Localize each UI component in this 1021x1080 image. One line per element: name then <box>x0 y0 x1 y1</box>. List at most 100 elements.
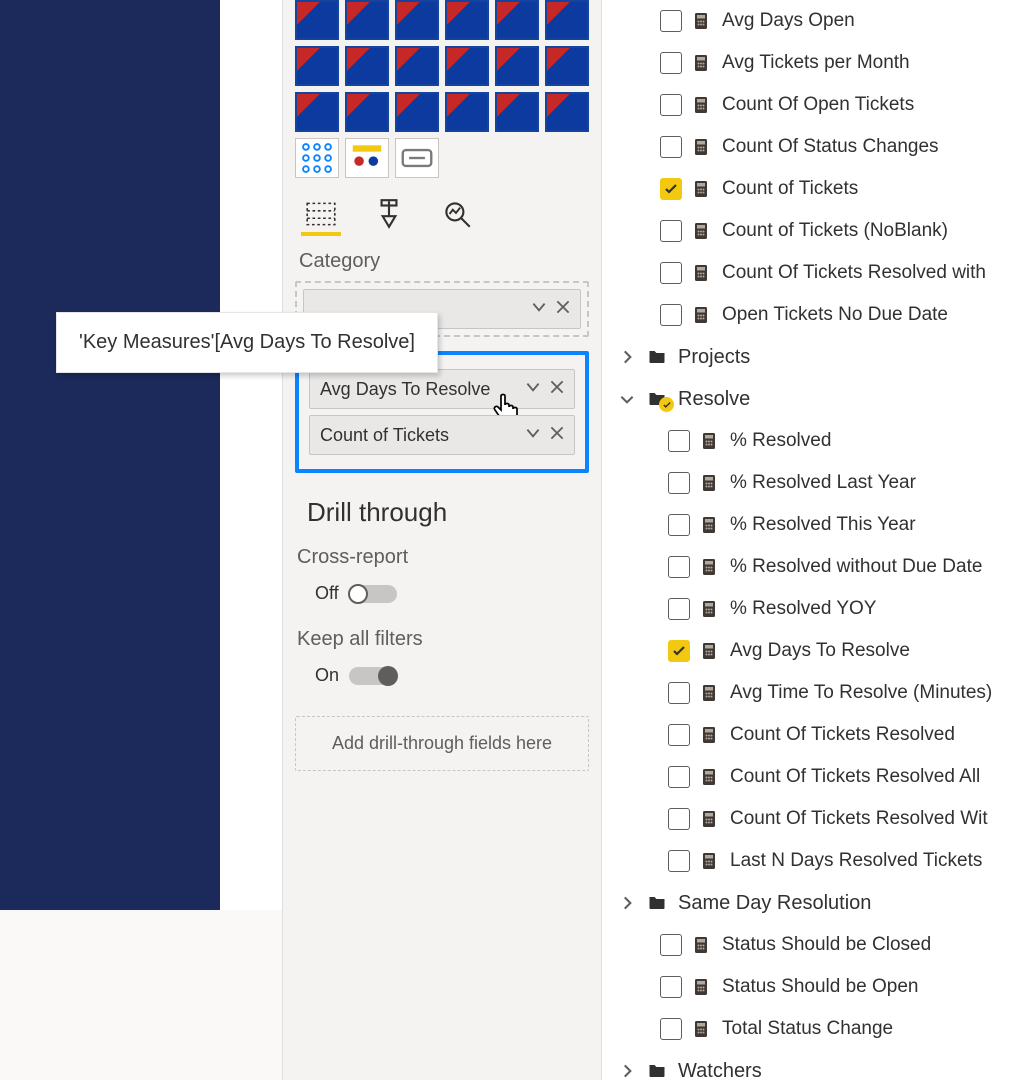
field-row[interactable]: Total Status Change <box>602 1008 1021 1050</box>
field-name: % Resolved without Due Date <box>730 556 982 578</box>
field-checkbox[interactable] <box>660 1018 682 1040</box>
field-checkbox[interactable] <box>668 640 690 662</box>
field-row[interactable]: % Resolved Last Year <box>602 462 1021 504</box>
folder-row-projects[interactable]: Projects <box>602 336 1021 378</box>
folder-row-same-day[interactable]: Same Day Resolution <box>602 882 1021 924</box>
field-row[interactable]: Status Should be Closed <box>602 924 1021 966</box>
field-row[interactable]: Count of Tickets <box>602 168 1021 210</box>
field-row[interactable]: Count of Tickets (NoBlank) <box>602 210 1021 252</box>
field-checkbox[interactable] <box>668 514 690 536</box>
field-row[interactable]: % Resolved without Due Date <box>602 546 1021 588</box>
viz-type-matrix-icon[interactable] <box>295 138 339 178</box>
viz-type-icon[interactable] <box>445 46 489 86</box>
viz-type-icon[interactable] <box>495 46 539 86</box>
viz-type-icon[interactable] <box>545 46 589 86</box>
field-row[interactable]: Count Of Tickets Resolved Wit <box>602 798 1021 840</box>
field-row[interactable]: Count Of Tickets Resolved All <box>602 756 1021 798</box>
field-checkbox[interactable] <box>660 136 682 158</box>
field-row[interactable]: Status Should be Open <box>602 966 1021 1008</box>
field-checkbox[interactable] <box>660 220 682 242</box>
field-row[interactable]: % Resolved YOY <box>602 588 1021 630</box>
viz-type-icon[interactable] <box>495 0 539 40</box>
viz-type-icon[interactable] <box>445 92 489 132</box>
keep-all-filters-label: Keep all filters <box>295 628 589 651</box>
tab-fields[interactable] <box>301 196 341 236</box>
viz-type-icon[interactable] <box>395 0 439 40</box>
chevron-down-icon[interactable] <box>524 378 542 401</box>
field-row[interactable]: Count Of Status Changes <box>602 126 1021 168</box>
field-checkbox[interactable] <box>668 808 690 830</box>
drill-through-dropzone[interactable]: Add drill-through fields here <box>295 716 589 771</box>
viz-type-icon[interactable] <box>395 46 439 86</box>
measure-icon <box>692 306 712 324</box>
chevron-right-icon[interactable] <box>618 1062 638 1080</box>
viz-type-icon[interactable] <box>445 0 489 40</box>
viz-type-icon[interactable] <box>495 92 539 132</box>
field-row[interactable]: Count Of Tickets Resolved with <box>602 252 1021 294</box>
field-checkbox[interactable] <box>660 178 682 200</box>
field-name: % Resolved YOY <box>730 598 876 620</box>
measure-icon <box>692 222 712 240</box>
viz-type-icon[interactable] <box>545 0 589 40</box>
viz-type-icon[interactable] <box>345 0 389 40</box>
viz-type-icon[interactable] <box>395 92 439 132</box>
field-row[interactable]: Count Of Tickets Resolved <box>602 714 1021 756</box>
field-checkbox[interactable] <box>660 94 682 116</box>
field-name: Avg Days Open <box>722 10 855 32</box>
measure-icon <box>700 642 720 660</box>
viz-type-button-icon[interactable] <box>395 138 439 178</box>
field-row[interactable]: % Resolved <box>602 420 1021 462</box>
field-row[interactable]: Open Tickets No Due Date <box>602 294 1021 336</box>
tab-format[interactable] <box>369 196 409 236</box>
remove-field-icon[interactable] <box>548 424 566 447</box>
canvas-margin <box>220 0 282 910</box>
tab-analytics[interactable] <box>437 196 477 236</box>
viz-type-icon[interactable] <box>295 92 339 132</box>
field-checkbox[interactable] <box>668 430 690 452</box>
field-checkbox[interactable] <box>668 766 690 788</box>
field-row[interactable]: Avg Tickets per Month <box>602 42 1021 84</box>
cross-report-toggle[interactable] <box>349 585 397 603</box>
viz-type-icon[interactable] <box>345 46 389 86</box>
field-row[interactable]: Avg Days To Resolve <box>602 630 1021 672</box>
chevron-right-icon[interactable] <box>618 894 638 912</box>
field-row[interactable]: Avg Time To Resolve (Minutes) <box>602 672 1021 714</box>
field-row[interactable]: Avg Days Open <box>602 0 1021 42</box>
viz-type-slicer-icon[interactable] <box>345 138 389 178</box>
visualization-gallery <box>295 0 589 178</box>
field-name: Status Should be Open <box>722 976 918 998</box>
field-checkbox[interactable] <box>660 304 682 326</box>
field-name: Avg Tickets per Month <box>722 52 910 74</box>
chevron-down-icon[interactable] <box>530 298 548 321</box>
viz-type-icon[interactable] <box>295 46 339 86</box>
remove-field-icon[interactable] <box>554 298 572 321</box>
folder-row-watchers[interactable]: Watchers <box>602 1050 1021 1080</box>
field-checkbox[interactable] <box>660 976 682 998</box>
field-checkbox[interactable] <box>660 934 682 956</box>
field-checkbox[interactable] <box>660 262 682 284</box>
field-checkbox[interactable] <box>668 682 690 704</box>
field-checkbox[interactable] <box>660 10 682 32</box>
chevron-right-icon[interactable] <box>618 348 638 366</box>
field-checkbox[interactable] <box>668 472 690 494</box>
field-checkbox[interactable] <box>668 556 690 578</box>
values-well-item-avg-days[interactable]: Avg Days To Resolve <box>309 369 575 409</box>
keep-all-filters-toggle[interactable] <box>349 667 397 685</box>
folder-row-resolve[interactable]: Resolve <box>602 378 1021 420</box>
viz-type-icon[interactable] <box>545 92 589 132</box>
field-row[interactable]: Count Of Open Tickets <box>602 84 1021 126</box>
chevron-down-icon[interactable] <box>618 390 638 408</box>
measure-icon <box>692 138 712 156</box>
chevron-down-icon[interactable] <box>524 424 542 447</box>
remove-field-icon[interactable] <box>548 378 566 401</box>
field-row[interactable]: Last N Days Resolved Tickets <box>602 840 1021 882</box>
field-checkbox[interactable] <box>668 724 690 746</box>
viz-type-icon[interactable] <box>345 92 389 132</box>
field-checkbox[interactable] <box>668 850 690 872</box>
values-well-item-count-tickets[interactable]: Count of Tickets <box>309 415 575 455</box>
field-name: Last N Days Resolved Tickets <box>730 850 982 872</box>
field-checkbox[interactable] <box>660 52 682 74</box>
field-checkbox[interactable] <box>668 598 690 620</box>
viz-type-icon[interactable] <box>295 0 339 40</box>
field-row[interactable]: % Resolved This Year <box>602 504 1021 546</box>
